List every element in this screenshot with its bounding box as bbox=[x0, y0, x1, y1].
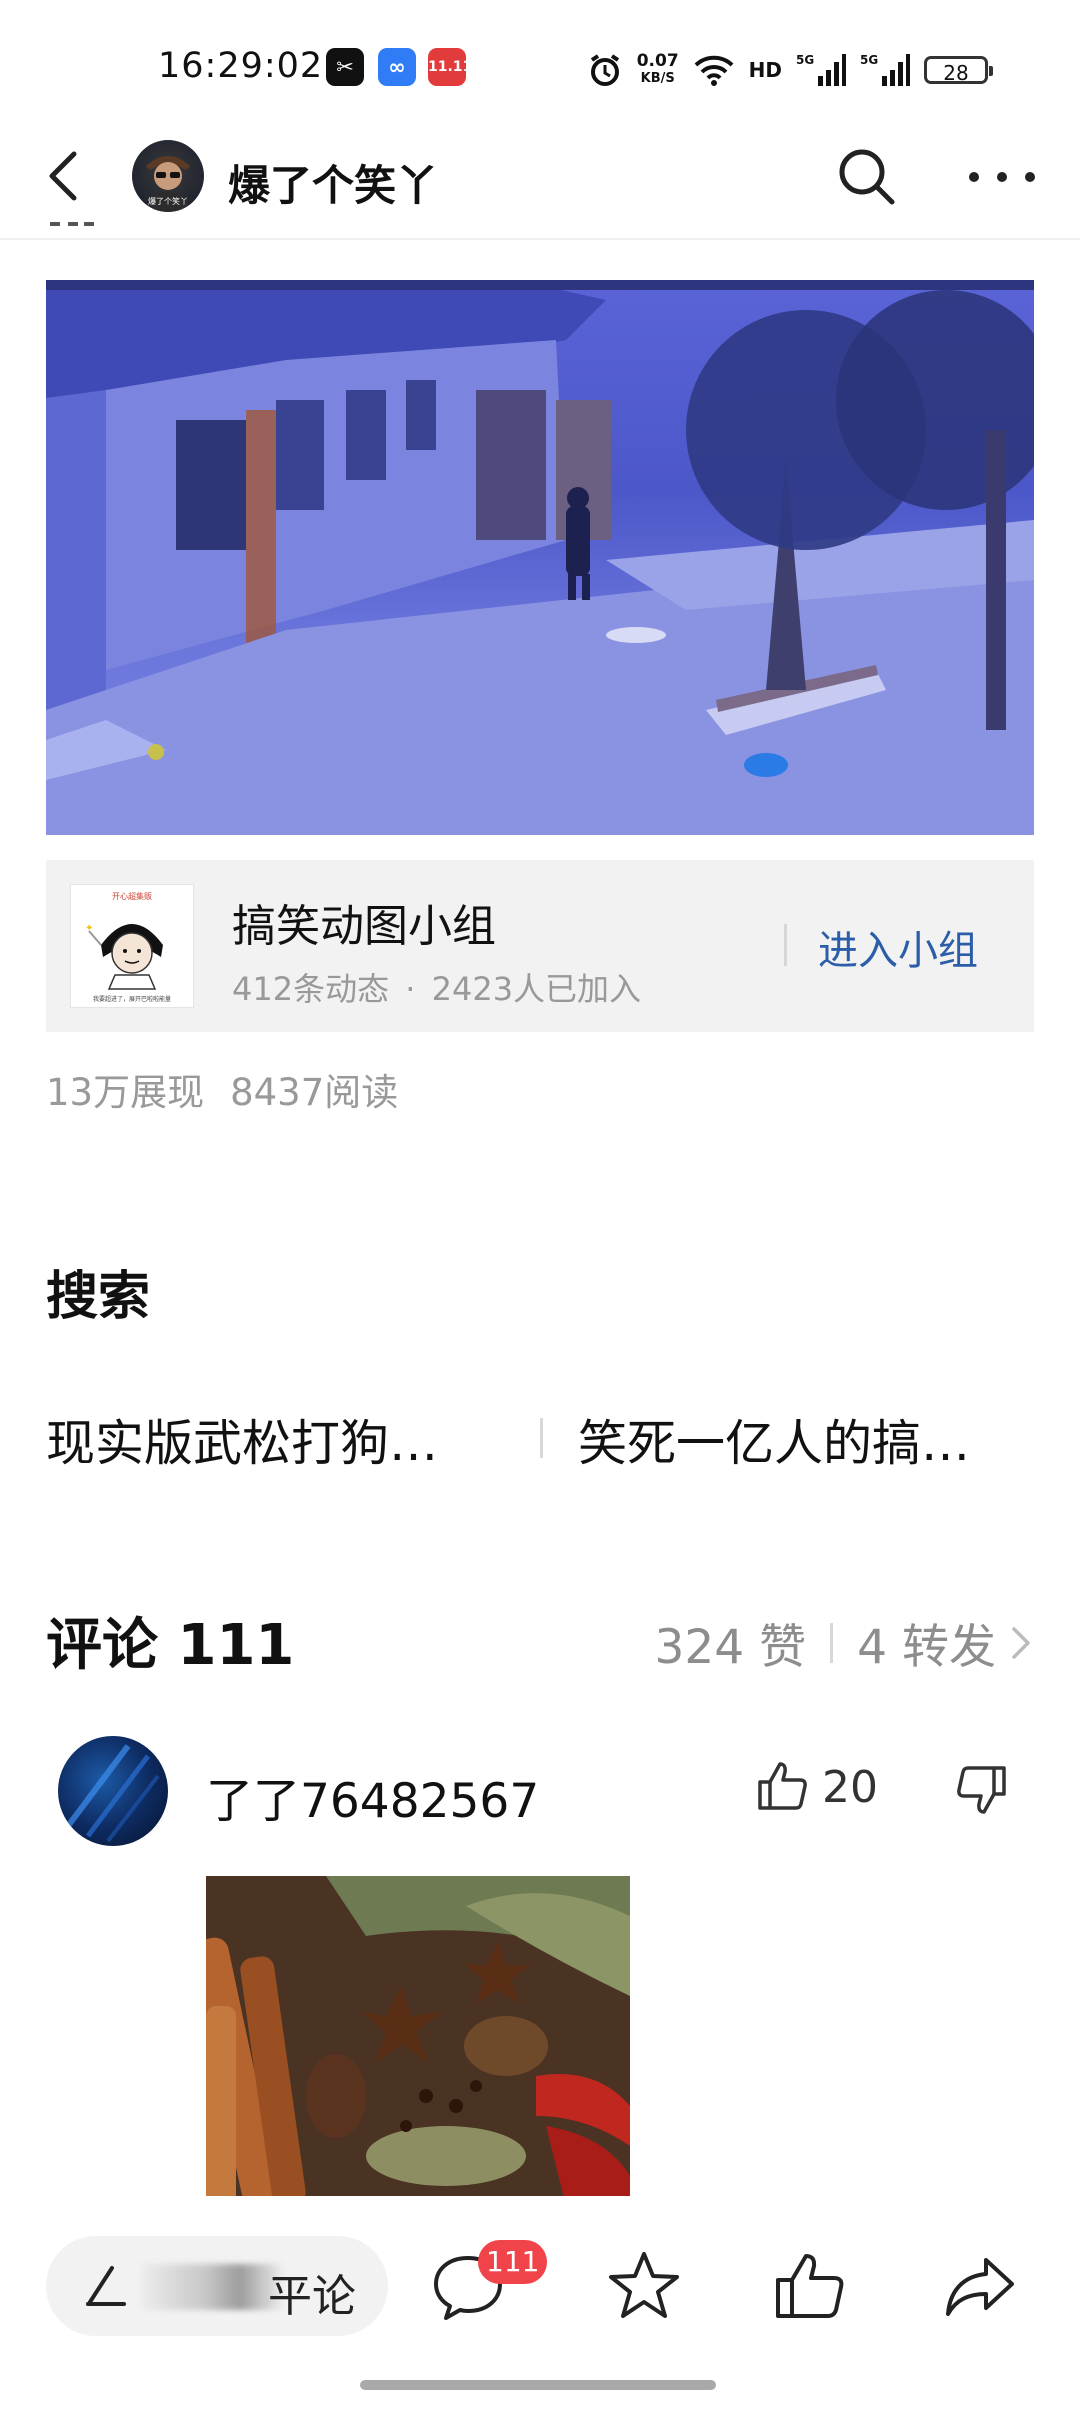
top-nav-bar: 爆了个笑丫 爆了个笑丫 bbox=[0, 120, 1080, 240]
svg-text:✦: ✦ bbox=[85, 923, 93, 934]
signal-icon: 5G bbox=[796, 53, 846, 86]
author-name[interactable]: 爆了个笑丫 bbox=[228, 152, 438, 213]
back-arrow-icon[interactable] bbox=[36, 146, 96, 206]
spices-photo bbox=[206, 1876, 630, 2206]
blurred-text bbox=[142, 2264, 282, 2310]
group-posts: 412条动态 bbox=[232, 970, 390, 1008]
group-members: 2423人已加入 bbox=[431, 970, 642, 1008]
article-stats: 13万展现 8437阅读 bbox=[46, 1062, 398, 1116]
thumbs-down-icon[interactable] bbox=[952, 1760, 1012, 1820]
favorite-star-icon[interactable] bbox=[604, 2246, 684, 2326]
thumbs-up-icon[interactable] bbox=[752, 1756, 812, 1816]
meta-separator bbox=[830, 1622, 834, 1663]
capcut-icon: ✂ bbox=[326, 48, 364, 86]
comments-title: 评论 111 bbox=[46, 1613, 295, 1678]
related-search-row: 现实版武松打狗… 笑死一亿人的搞… bbox=[46, 1404, 1034, 1474]
author-avatar[interactable]: 爆了个笑丫 bbox=[132, 140, 204, 212]
engagement-summary[interactable]: 324 赞 4 转发 bbox=[655, 1608, 1035, 1677]
reads-count: 8437阅读 bbox=[230, 1071, 399, 1114]
search-heading: 搜索 bbox=[46, 1267, 151, 1327]
group-card[interactable]: 开心超集贩 ✦ 我要超进了，展开巴啦啦能量 搞笑动图小组 412条动态 · 24… bbox=[46, 860, 1034, 1032]
alarm-icon bbox=[590, 54, 619, 86]
thumb-caption-top: 开心超集贩 bbox=[112, 891, 152, 901]
commenter-avatar[interactable] bbox=[58, 1736, 168, 1846]
chevron-right-icon bbox=[1012, 1626, 1030, 1659]
group-meta-separator: · bbox=[405, 970, 416, 1008]
group-divider bbox=[784, 924, 787, 966]
join-group-button[interactable]: 进入小组 bbox=[818, 918, 978, 976]
comment-input-placeholder: 平论 bbox=[268, 2271, 356, 2322]
wifi-icon bbox=[694, 55, 734, 86]
search-icon[interactable] bbox=[834, 144, 900, 210]
avatar-face-icon: 爆了个笑丫 bbox=[146, 156, 190, 212]
comment-count-badge: 111 bbox=[478, 2240, 548, 2284]
status-time: 16:29:02 bbox=[158, 46, 324, 86]
shopping-11-11-icon: 11.11 bbox=[428, 48, 472, 86]
avatar-caption: 爆了个笑丫 bbox=[148, 196, 188, 206]
surveillance-scene-image bbox=[46, 280, 1034, 835]
svg-text:5G: 5G bbox=[796, 53, 814, 67]
total-likes: 324 赞 bbox=[654, 1620, 807, 1675]
comment-spices-image[interactable] bbox=[206, 1876, 630, 2206]
signal-icon-2: 5G bbox=[860, 53, 910, 86]
total-shares: 4 转发 bbox=[857, 1620, 996, 1675]
status-icons: 0.07 KB/S HD 5G 5G 28 bbox=[587, 46, 993, 94]
comment-like-count: 20 bbox=[822, 1762, 878, 1813]
more-options-icon[interactable] bbox=[962, 144, 1042, 210]
hd-voice-icon: HD bbox=[748, 58, 782, 82]
status-bar: 16:29:02 ✂ ∞ 11.11 0.07 KB/S HD 5G 5G 28 bbox=[0, 0, 1080, 120]
comments-header: 评论 111 324 赞 4 转发 bbox=[46, 1600, 1034, 1680]
related-search-item-2[interactable]: 笑死一亿人的搞… bbox=[578, 1404, 970, 1475]
article-page: 16:29:02 ✂ ∞ 11.11 0.07 KB/S HD 5G 5G 28 … bbox=[0, 0, 1080, 2412]
network-speed: 0.07 KB/S bbox=[636, 51, 679, 86]
group-meta: 412条动态 · 2423人已加入 bbox=[232, 964, 641, 1010]
related-search-item-1[interactable]: 现实版武松打狗… bbox=[46, 1404, 438, 1475]
comment-input[interactable]: 平论 bbox=[46, 2236, 388, 2336]
commenter-name[interactable]: 了了76482567 bbox=[206, 1762, 539, 1831]
battery-icon: 28 bbox=[924, 56, 993, 85]
search-separator bbox=[540, 1418, 543, 1458]
home-indicator[interactable] bbox=[360, 2380, 716, 2390]
avatar-pattern-icon bbox=[65, 1744, 160, 1843]
share-arrow-icon[interactable] bbox=[940, 2246, 1020, 2326]
cropped-text-fragment bbox=[46, 222, 106, 242]
infinity-app-icon: ∞ bbox=[378, 48, 416, 86]
comment-item: 了了76482567 20 bbox=[46, 1728, 1034, 2206]
group-name: 搞笑动图小组 bbox=[232, 901, 496, 952]
like-icon[interactable] bbox=[770, 2246, 850, 2326]
animated-gif-image[interactable] bbox=[46, 280, 1034, 835]
group-thumbnail: 开心超集贩 ✦ 我要超进了，展开巴啦啦能量 bbox=[70, 884, 194, 1008]
thumb-caption-bottom: 我要超进了，展开巴啦啦能量 bbox=[93, 995, 171, 1003]
svg-text:5G: 5G bbox=[860, 53, 878, 67]
meme-thumbnail-image: 开心超集贩 ✦ 我要超进了，展开巴啦啦能量 bbox=[71, 885, 193, 1007]
pen-icon bbox=[86, 2266, 126, 2306]
impressions-count: 13万展现 bbox=[46, 1071, 205, 1114]
